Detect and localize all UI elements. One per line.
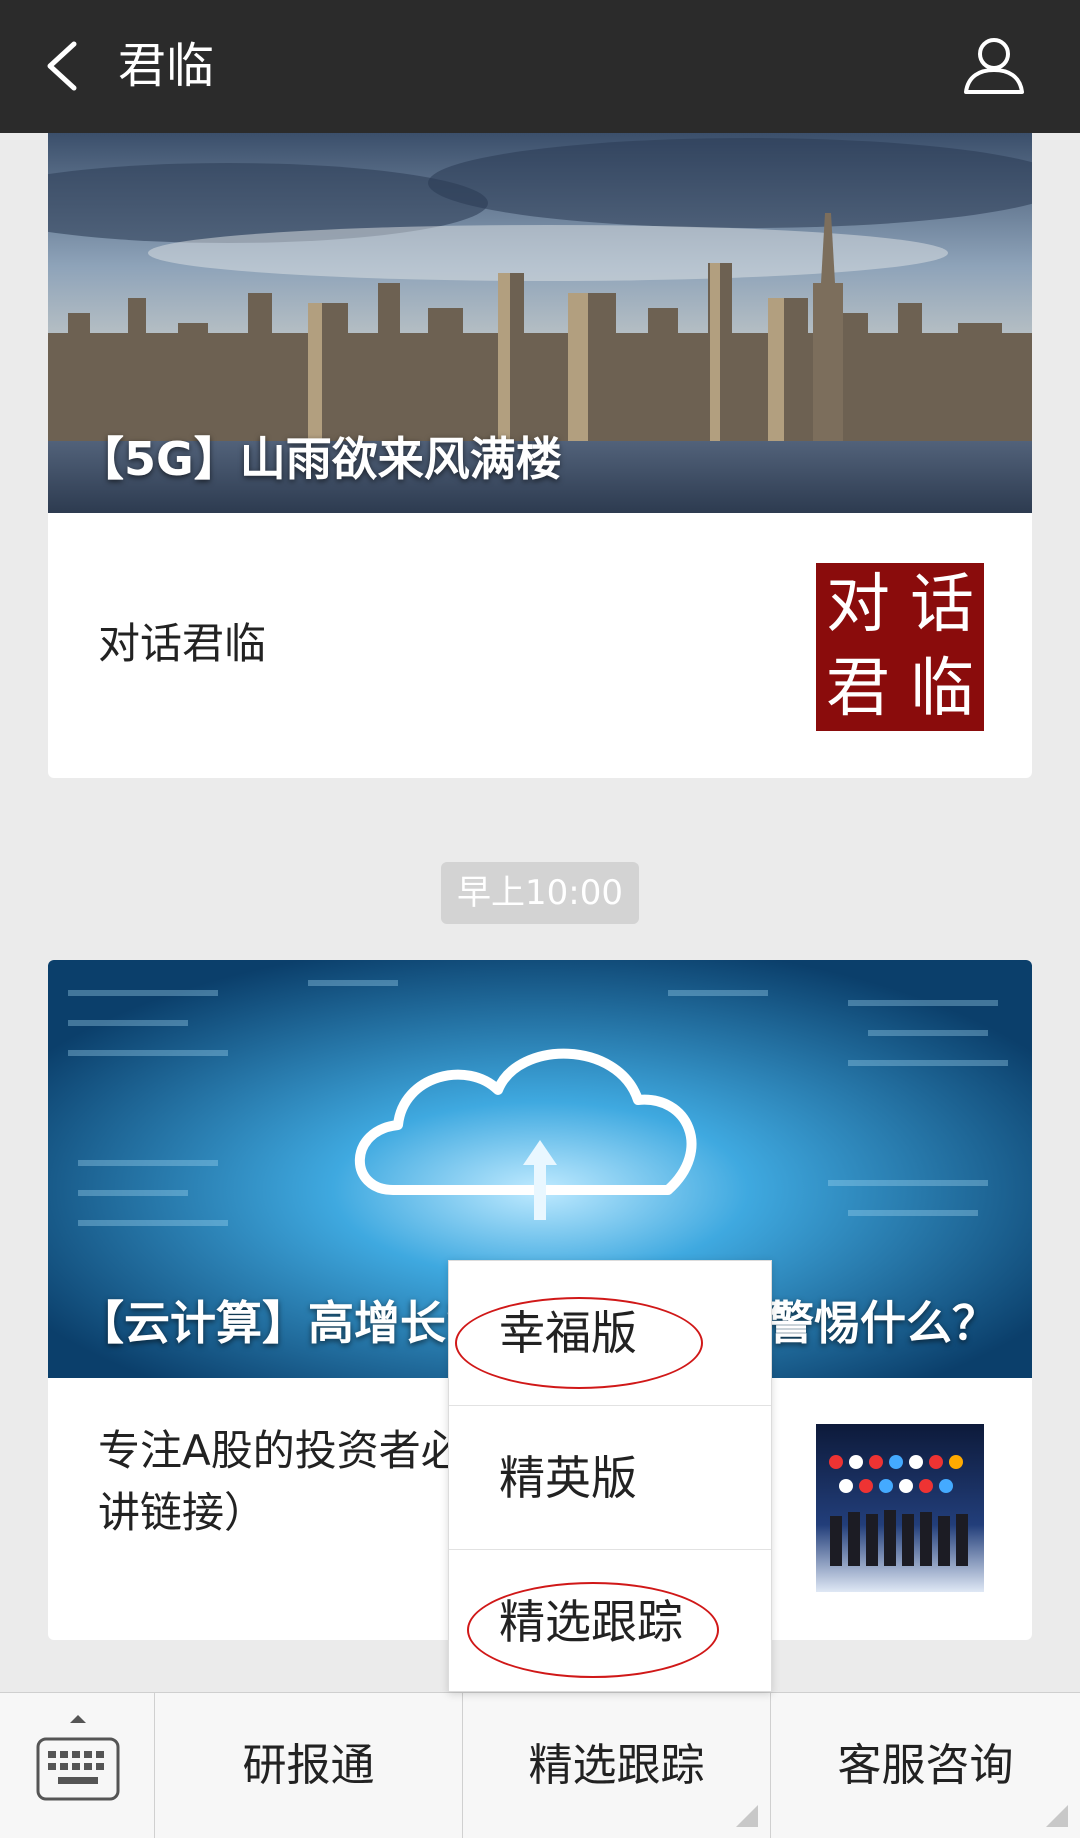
article-subtitle[interactable]: 对话君临 [98,613,738,675]
submenu-indicator-icon [1046,1805,1068,1827]
profile-icon[interactable] [958,30,1030,102]
submenu-item-jingying[interactable]: 精英版 [449,1405,771,1549]
article-thumbnail-image [816,1424,984,1592]
submenu-indicator-icon [736,1805,758,1827]
article-thumbnail-logo: 对 话 君 临 [816,563,984,731]
menu-button-label: 客服咨询 [837,1740,1014,1791]
message-timestamp: 早上10:00 [441,862,639,924]
article-sub-item[interactable]: 对话君临 对 话 君 临 [48,513,1032,778]
submenu-item-label: 精选跟踪 [499,1595,683,1649]
thumb-char: 临 [910,652,974,726]
menu-button-jingxuan-genzong[interactable]: 精选跟踪 [463,1693,771,1838]
submenu-item-label: 幸福版 [499,1306,637,1360]
thumb-char: 对 [826,568,890,642]
bottom-menu-bar: 研报通 精选跟踪 客服咨询 [0,1692,1080,1838]
thumb-char: 话 [910,568,974,642]
menu-button-yanbaotong[interactable]: 研报通 [155,1693,463,1838]
menu-button-label: 研报通 [242,1740,375,1791]
article-headline[interactable]: 【5G】山雨欲来风满楼 [78,423,562,489]
keyboard-toggle-icon[interactable] [0,1693,155,1838]
submenu-item-xingfu[interactable]: 幸福版 [449,1261,771,1405]
submenu-item-jingxuan[interactable]: 精选跟踪 [449,1549,771,1693]
submenu-item-label: 精英版 [499,1451,637,1505]
submenu-popup: 幸福版 精英版 精选跟踪 [448,1260,772,1692]
thumb-char: 君 [826,652,890,726]
menu-button-label: 精选跟踪 [528,1740,705,1791]
top-bar: 君临 [0,0,1080,133]
menu-button-kefu-zixun[interactable]: 客服咨询 [771,1693,1080,1838]
back-icon[interactable] [34,30,94,102]
article-card-5g[interactable]: 【5G】山雨欲来风满楼 对话君临 对 话 君 临 [48,133,1032,778]
article-hero-image[interactable]: 【5G】山雨欲来风满楼 [48,133,1032,513]
page-title: 君临 [118,38,215,94]
